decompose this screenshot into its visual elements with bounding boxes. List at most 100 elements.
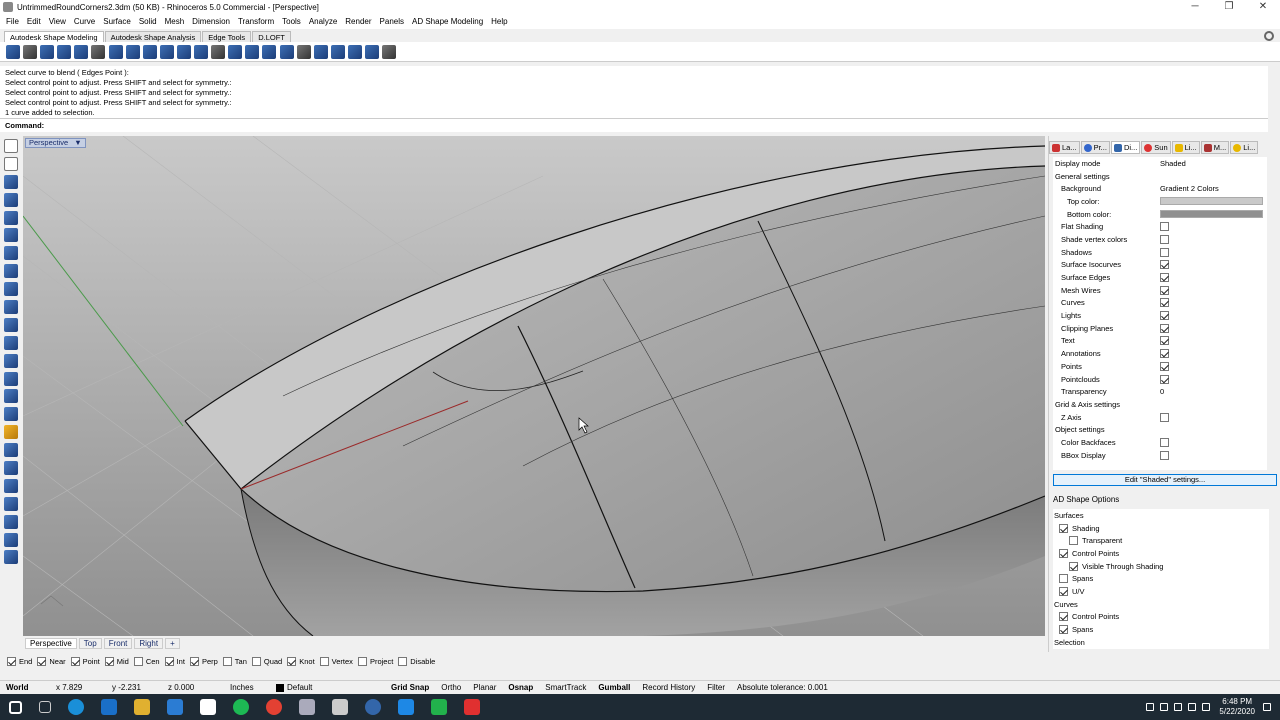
close-button[interactable]: ✕ [1246,0,1280,14]
osnap-quad-option[interactable]: Quad [251,656,282,666]
recorder-icon[interactable] [463,699,480,715]
curve-icon[interactable] [4,192,18,207]
camtasia-icon[interactable] [430,699,447,715]
curves-checkbox[interactable] [1160,298,1169,308]
edit-shaded-settings-button[interactable]: Edit "Shaded" settings... [1053,474,1277,486]
menu-analyze[interactable]: Analyze [305,17,341,26]
viewport-tab-perspective[interactable]: Perspective [25,638,77,649]
bbox-display-checkbox[interactable] [1160,450,1169,460]
skype-icon[interactable] [67,699,84,715]
tool-button-icon[interactable] [74,44,89,59]
grid-snap-toggle[interactable]: Grid Snap [385,683,435,692]
chevron-up-icon[interactable] [1146,703,1155,711]
osnap-knot-checkbox[interactable] [287,656,297,666]
task-view-icon[interactable] [38,701,51,713]
tool-button-icon[interactable] [364,44,379,59]
osnap-project-checkbox[interactable] [357,656,367,666]
tool-button-icon[interactable] [194,44,209,59]
rectangle-icon[interactable] [4,264,18,279]
osnap-near-checkbox[interactable] [37,656,47,666]
select-arrow-icon[interactable] [4,139,18,153]
panel-tab-display[interactable]: Di... [1110,141,1141,154]
tool-button-icon[interactable] [23,44,38,59]
osnap-tan-checkbox[interactable] [222,656,232,666]
panel-tab-lights[interactable]: Li... [1230,141,1259,154]
tool-button-icon[interactable] [40,44,55,59]
tool-button-icon[interactable] [142,44,157,59]
tab-autodesk-shape-analysis[interactable]: Autodesk Shape Analysis [104,31,202,42]
command-line[interactable]: Command: [0,118,1268,132]
menu-file[interactable]: File [2,17,23,26]
panel-tab-sun[interactable]: Sun [1141,141,1171,154]
cylinder-icon[interactable] [4,389,18,404]
z-axis-checkbox[interactable] [1160,412,1169,422]
volume-icon[interactable] [1202,703,1211,711]
transform-icon[interactable] [4,425,18,440]
viewport-tab-right[interactable]: Right [134,638,164,649]
join-icon[interactable] [4,461,18,476]
ad-option-spans-checkbox[interactable] [1059,574,1068,584]
menu-transform[interactable]: Transform [234,17,278,26]
osnap-project-option[interactable]: Project [357,656,393,666]
osnap-perp-checkbox[interactable] [189,656,199,666]
text-icon[interactable] [4,532,18,547]
menu-curve[interactable]: Curve [70,17,99,26]
store-icon[interactable] [166,699,183,715]
ad-option-visible-through-shading[interactable]: Visible Through Shading [1053,560,1269,573]
ad-option-control-points[interactable]: Control Points [1053,611,1269,624]
notepad-icon[interactable] [331,699,348,715]
osnap-point-option[interactable]: Point [70,656,100,666]
viewport-title-tab[interactable]: Perspective ▼ [25,138,86,148]
obs-icon[interactable] [364,699,381,715]
filter-toggle[interactable]: Filter [701,683,731,692]
polygon-icon[interactable] [4,246,18,261]
shade-vertex-colors-checkbox[interactable] [1160,234,1169,244]
menu-mesh[interactable]: Mesh [161,17,189,26]
chevron-down-icon[interactable]: ▼ [74,138,81,147]
analysis-icon[interactable] [4,550,18,565]
osnap-vertex-option[interactable]: Vertex [319,656,353,666]
tool-button-icon[interactable] [330,44,345,59]
tool-button-icon[interactable] [279,44,294,59]
sphere-icon[interactable] [4,371,18,386]
osnap-vertex-checkbox[interactable] [319,656,329,666]
tool-button-icon[interactable] [125,44,140,59]
eye-icon[interactable] [382,44,397,59]
menu-help[interactable]: Help [487,17,511,26]
bottom-color-swatch[interactable] [1160,210,1263,219]
windows-start-icon[interactable] [8,700,22,714]
tab-autodesk-shape-modeling[interactable]: Autodesk Shape Modeling [4,31,104,42]
lights-checkbox[interactable] [1160,311,1169,321]
top-color-swatch[interactable] [1160,197,1263,206]
perspective-viewport[interactable]: Perspective ▼ [23,136,1045,636]
properties-scrollbar[interactable] [1267,157,1277,470]
menu-panels[interactable]: Panels [376,17,408,26]
menu-edit[interactable]: Edit [23,17,45,26]
transparency-input[interactable]: 0 [1160,387,1267,396]
menu-render[interactable]: Render [341,17,375,26]
ad-option-u-v-checkbox[interactable] [1059,586,1068,596]
panel-tab-properties[interactable]: Pr... [1080,141,1110,154]
circle-icon[interactable] [4,210,18,225]
pointclouds-checkbox[interactable] [1160,374,1169,384]
osnap-perp-option[interactable]: Perp [189,656,218,666]
osnap-knot-option[interactable]: Knot [287,656,315,666]
osnap-cen-option[interactable]: Cen [133,656,160,666]
gear-icon[interactable] [1264,31,1274,41]
ad-option-control-points[interactable]: Control Points [1053,547,1269,560]
menu-view[interactable]: View [45,17,70,26]
osnap-point-checkbox[interactable] [70,656,80,666]
background-select[interactable]: Gradient 2 Colors [1160,184,1267,193]
command-history-scrollbar[interactable] [1268,66,1280,118]
annotations-checkbox[interactable] [1160,349,1169,359]
flat-shading-checkbox[interactable] [1160,222,1169,232]
osnap-near-option[interactable]: Near [37,656,66,666]
ad-option-spans-checkbox[interactable] [1059,625,1068,635]
osnap-tan-option[interactable]: Tan [222,656,247,666]
panel-tab-materials[interactable]: M... [1200,141,1230,154]
osnap-mid-checkbox[interactable] [104,656,114,666]
boolean-icon[interactable] [4,443,18,458]
clock[interactable]: 6:48 PM 5/22/2020 [1219,697,1255,717]
surface-edges-checkbox[interactable] [1160,273,1169,283]
ellipse-icon[interactable] [4,282,18,297]
